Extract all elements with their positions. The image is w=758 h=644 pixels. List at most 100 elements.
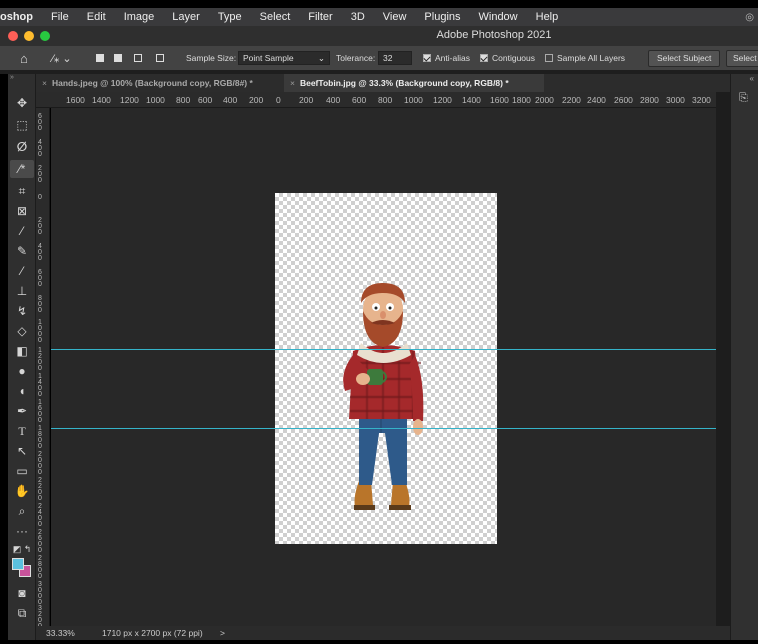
gradient-tool-icon[interactable]: ◧	[10, 342, 34, 360]
ruler-label: 2000	[38, 451, 42, 476]
collapsed-panels: « ⎘	[730, 74, 758, 640]
menu-type[interactable]: Type	[209, 8, 251, 26]
ruler-label: 1000	[404, 95, 423, 105]
checkbox-unchecked-icon	[545, 54, 553, 62]
contiguous-checkbox[interactable]: Contiguous	[480, 46, 535, 70]
ruler-label: 200	[299, 95, 314, 105]
rectangle-tool-icon[interactable]: ▭	[10, 462, 34, 480]
ruler-label: 600	[352, 95, 367, 105]
eyedropper-tool-icon[interactable]: ⁄	[10, 222, 34, 240]
document-canvas[interactable]	[275, 193, 497, 544]
menu-file[interactable]: File	[42, 8, 78, 26]
pen-tool-icon[interactable]: ✒	[10, 402, 34, 420]
menu-window[interactable]: Window	[470, 8, 527, 26]
zoom-level[interactable]: 33.33%	[46, 628, 75, 638]
brush-tool-icon[interactable]: ⁄	[10, 262, 34, 280]
eraser-tool-icon[interactable]: ◇	[10, 322, 34, 340]
control-center-icon[interactable]: ◎	[745, 12, 754, 23]
ruler-label: 1600	[490, 95, 509, 105]
ruler-label: 1000	[38, 319, 42, 344]
ruler-label: 400	[326, 95, 341, 105]
magic-wand-preset-icon[interactable]: ⁄⁎ ⌄	[52, 46, 72, 70]
healing-brush-icon[interactable]: ✎	[10, 242, 34, 260]
menu-help[interactable]: Help	[527, 8, 568, 26]
foreground-color-swatch[interactable]	[12, 558, 24, 570]
frame-tool-icon[interactable]: ⊠	[10, 202, 34, 220]
anti-alias-checkbox[interactable]: Anti-alias	[423, 46, 470, 70]
ruler-label: 200	[38, 217, 42, 236]
ruler-label: 2400	[38, 503, 42, 528]
menu-bar: oshop File Edit Image Layer Type Select …	[0, 8, 758, 26]
menu-3d[interactable]: 3D	[342, 8, 374, 26]
ruler-label: 600	[38, 113, 42, 132]
ruler-label: 1400	[92, 95, 111, 105]
menu-image[interactable]: Image	[115, 8, 164, 26]
menu-layer[interactable]: Layer	[163, 8, 209, 26]
sample-all-layers-checkbox[interactable]: Sample All Layers	[545, 46, 625, 70]
swap-colors-icon[interactable]: ◩ ↰	[10, 540, 34, 558]
type-tool-icon[interactable]: T	[10, 422, 34, 440]
horizontal-guide[interactable]	[51, 349, 716, 350]
quick-mask-icon[interactable]: ◙	[10, 584, 34, 602]
screen-mode-icon[interactable]: ⧉	[10, 604, 34, 622]
lumberjack-illustration	[343, 283, 424, 510]
ruler-label: 2000	[535, 95, 554, 105]
add-to-selection-icon[interactable]	[114, 46, 126, 70]
magic-wand-tool-icon[interactable]: ⁄*	[10, 160, 34, 178]
hand-tool-icon[interactable]: ✋	[10, 482, 34, 500]
crop-tool-icon[interactable]: ⌗	[10, 182, 34, 200]
marquee-tool-icon[interactable]: ⬚	[10, 116, 34, 134]
ruler-label: 400	[223, 95, 238, 105]
ruler-label: 1000	[146, 95, 165, 105]
history-panel-icon[interactable]: ⎘	[739, 92, 748, 105]
clone-stamp-icon[interactable]: ⊥	[10, 282, 34, 300]
ruler-label: 800	[38, 295, 42, 314]
menu-plugins[interactable]: Plugins	[415, 8, 469, 26]
sample-size-select[interactable]: Point Sample ⌄	[238, 46, 330, 70]
ruler-label: 800	[176, 95, 191, 105]
move-tool-icon[interactable]: ✥	[10, 94, 34, 112]
tolerance-input[interactable]: 32	[378, 46, 412, 70]
status-bar: 33.33% 1710 px x 2700 px (72 ppi) >	[36, 626, 730, 640]
menu-edit[interactable]: Edit	[78, 8, 115, 26]
horizontal-ruler[interactable]: 1600 1400 1200 1000 800 600 400 200 0 20…	[36, 92, 716, 108]
ruler-label: 1400	[462, 95, 481, 105]
status-menu-arrow[interactable]: >	[220, 628, 225, 638]
intersect-selection-icon[interactable]	[156, 46, 168, 70]
close-tab-icon[interactable]: ×	[42, 78, 47, 88]
subtract-from-selection-icon[interactable]	[134, 46, 146, 70]
home-icon[interactable]: ⌂	[20, 46, 28, 70]
zoom-tool-icon[interactable]: ⌕	[10, 502, 34, 520]
history-brush-icon[interactable]: ↯	[10, 302, 34, 320]
dodge-tool-icon[interactable]: ◖	[10, 382, 34, 400]
tab-hands-label: Hands.jpeg @ 100% (Background copy, RGB/…	[51, 78, 253, 88]
ruler-label: 3000	[666, 95, 685, 105]
close-tab-icon[interactable]: ×	[290, 78, 295, 88]
select-subject-button[interactable]: Select Subject	[648, 46, 721, 70]
ruler-label: 1800	[38, 425, 42, 450]
expand-panels-icon[interactable]: «	[750, 74, 754, 83]
menu-view[interactable]: View	[374, 8, 416, 26]
path-selection-icon[interactable]: ↖	[10, 442, 34, 460]
ruler-label: 2200	[38, 477, 42, 502]
horizontal-guide[interactable]	[51, 428, 716, 429]
ruler-label: 400	[38, 139, 42, 158]
tab-beeftobin[interactable]: × BeefTobin.jpg @ 33.3% (Background copy…	[284, 74, 544, 92]
more-tools-icon[interactable]: ···	[10, 522, 34, 540]
ruler-label: 2600	[38, 529, 42, 554]
canvas-area[interactable]	[51, 108, 716, 626]
select-subject-label: Select Subject	[648, 49, 721, 67]
tolerance-value: 32	[378, 51, 412, 65]
new-selection-icon[interactable]	[96, 46, 108, 70]
menu-select[interactable]: Select	[251, 8, 300, 26]
menu-filter[interactable]: Filter	[299, 8, 341, 26]
vertical-ruler[interactable]: 600 400 200 0 200 400 600 800 1000 1200 …	[36, 108, 50, 626]
collapse-panel-icon[interactable]: »	[10, 74, 14, 81]
ruler-label: 1200	[120, 95, 139, 105]
menu-app[interactable]: oshop	[0, 8, 42, 26]
select-button[interactable]: Select	[726, 46, 758, 70]
blur-tool-icon[interactable]: ●	[10, 362, 34, 380]
lasso-tool-icon[interactable]: ⵁ	[10, 138, 34, 156]
ruler-label: 1800	[512, 95, 531, 105]
tab-hands[interactable]: × Hands.jpeg @ 100% (Background copy, RG…	[42, 74, 278, 92]
